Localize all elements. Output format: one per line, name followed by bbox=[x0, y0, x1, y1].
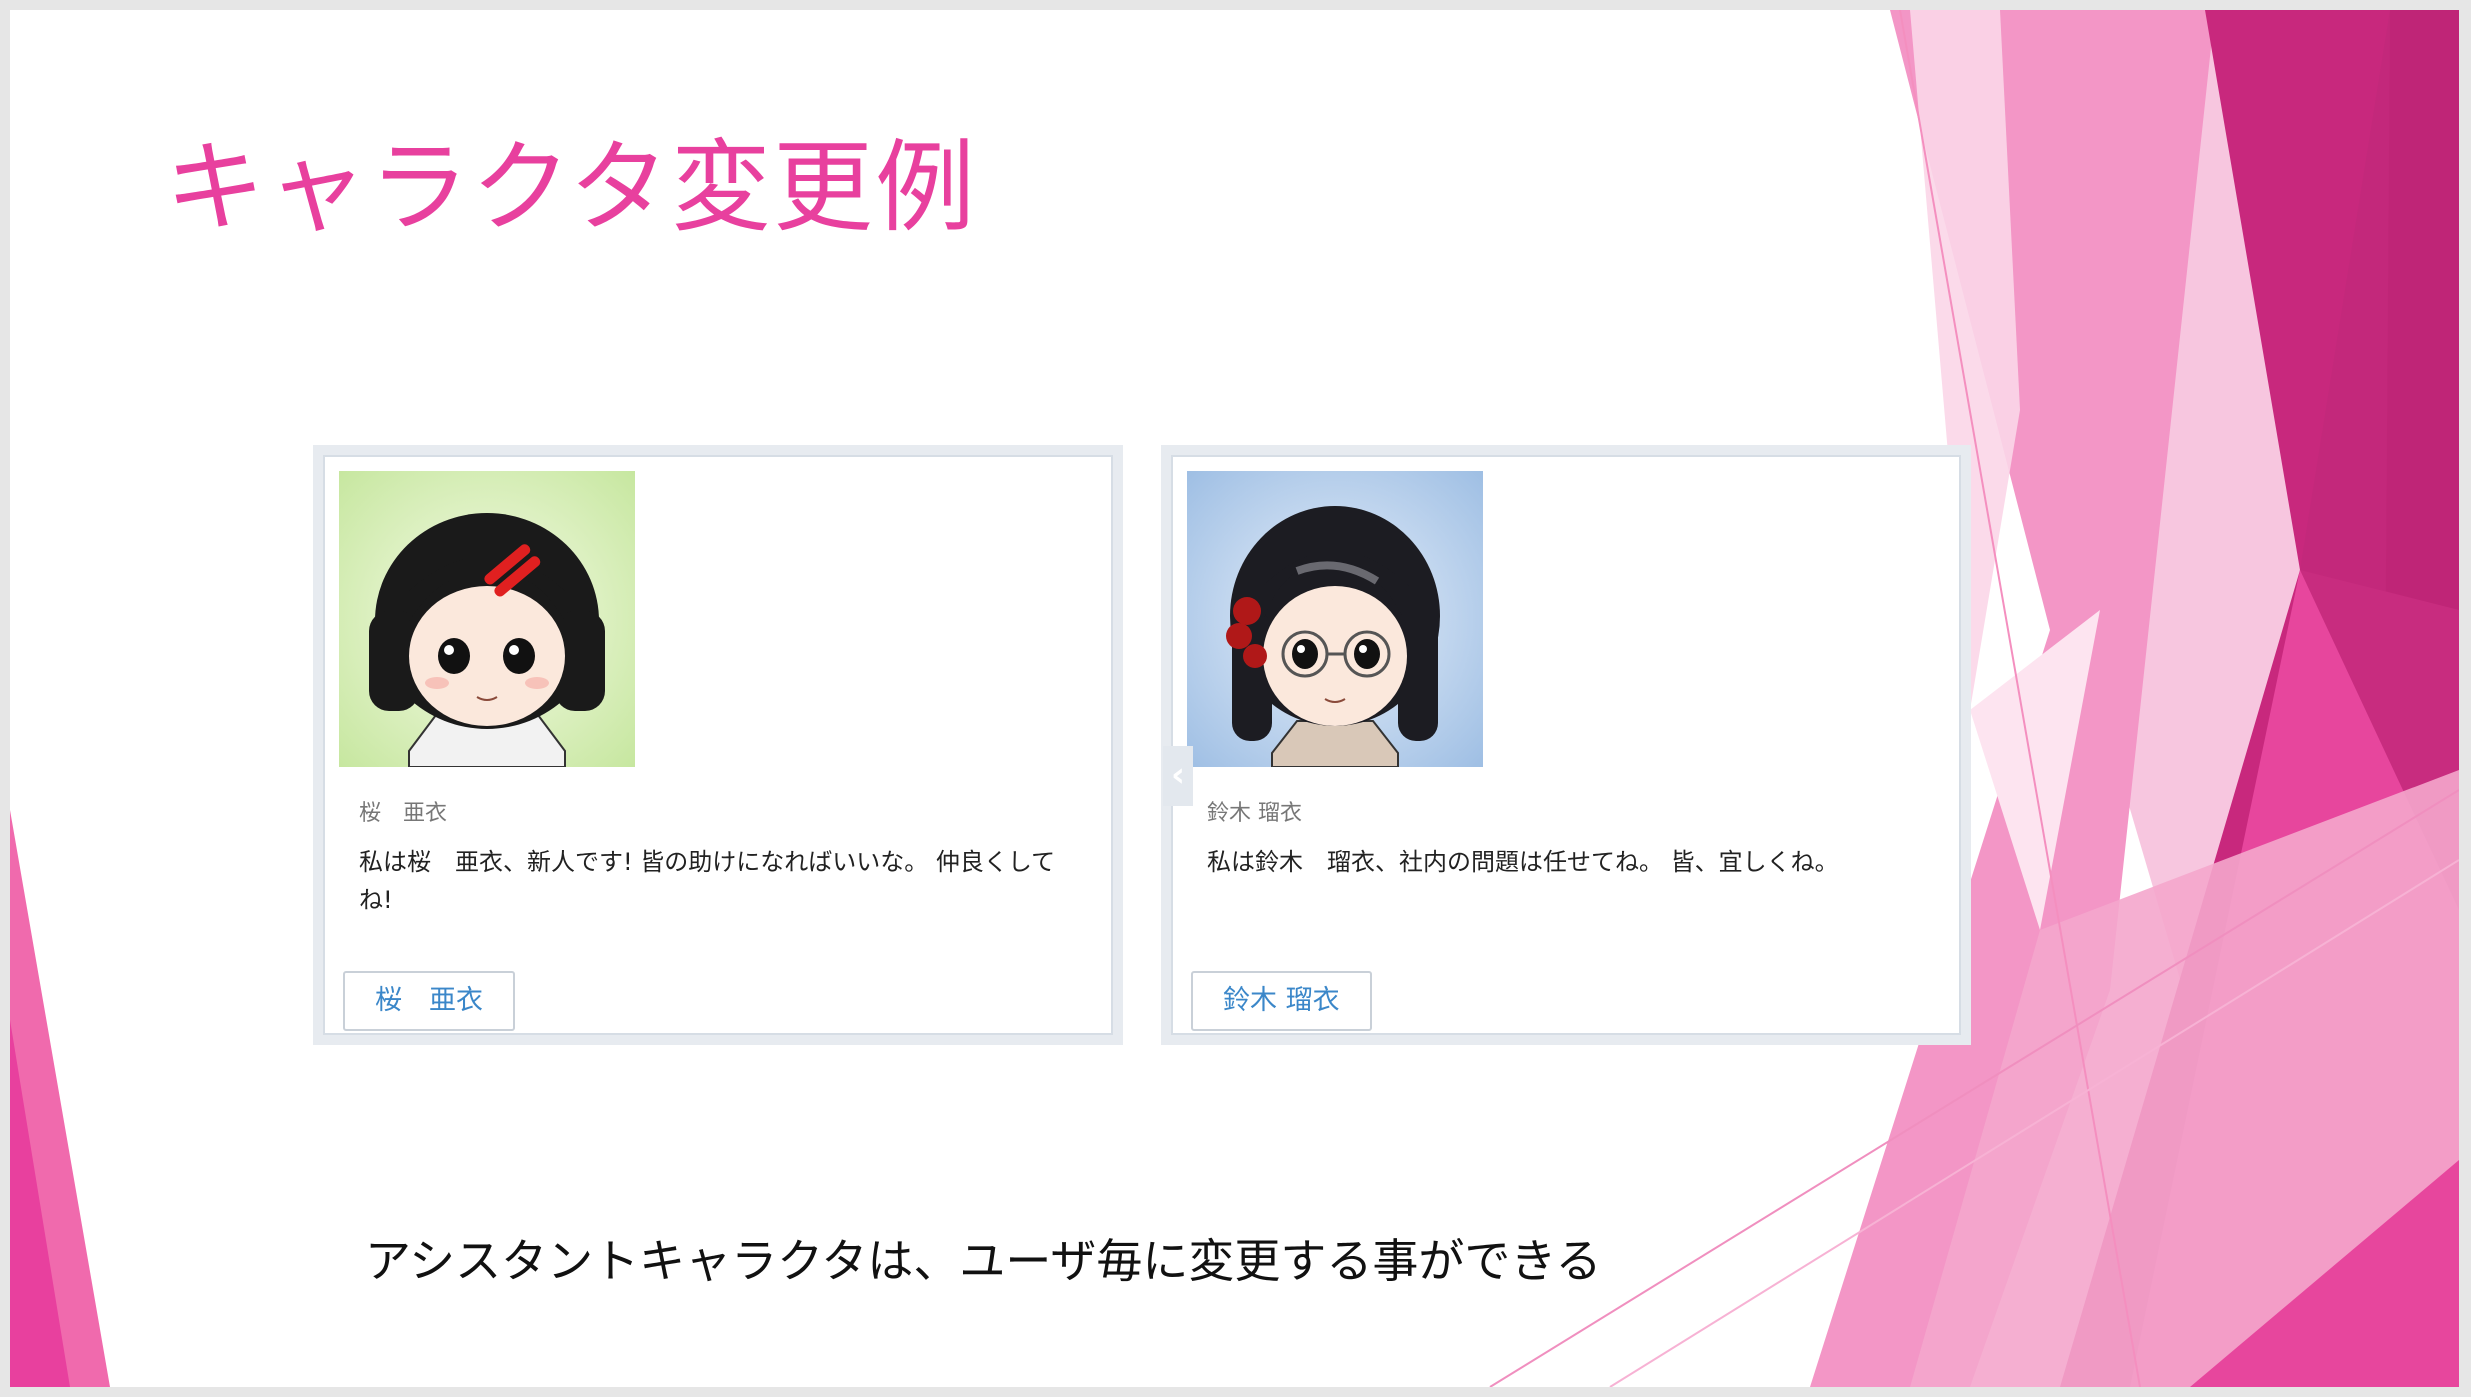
select-character-button[interactable]: 桜 亜衣 bbox=[343, 971, 515, 1031]
chevron-left-icon[interactable]: ‹ bbox=[1163, 746, 1193, 806]
character-name: 鈴木 瑠衣 bbox=[1207, 801, 1302, 826]
character-description: 私は桜 亜衣、新人です! 皆の助けになればいいな。 仲良くしてね! bbox=[359, 848, 1056, 914]
character-description: 私は鈴木 瑠衣、社内の問題は任せてね。 皆、宜しくね。 bbox=[1207, 848, 1839, 876]
slide: キャラクタ変更例 桜 亜衣 私は桜 亜衣、新人です! 皆の助けになればいいな。 … bbox=[10, 10, 2459, 1387]
girl-red-hairpin-avatar-icon bbox=[339, 471, 635, 767]
slide-title: キャラクタ変更例 bbox=[165, 129, 977, 246]
character-name: 桜 亜衣 bbox=[359, 801, 448, 826]
character-card: 桜 亜衣 私は桜 亜衣、新人です! 皆の助けになればいいな。 仲良くしてね! 桜… bbox=[313, 445, 1123, 1045]
character-card: 鈴木 瑠衣 私は鈴木 瑠衣、社内の問題は任せてね。 皆、宜しくね。 鈴木 瑠衣 bbox=[1161, 445, 1971, 1045]
select-character-button[interactable]: 鈴木 瑠衣 bbox=[1191, 971, 1372, 1031]
girl-glasses-avatar-icon bbox=[1187, 471, 1483, 767]
slide-caption: アシスタントキャラクタは、ユーザ毎に変更する事ができる bbox=[365, 1234, 1602, 1288]
